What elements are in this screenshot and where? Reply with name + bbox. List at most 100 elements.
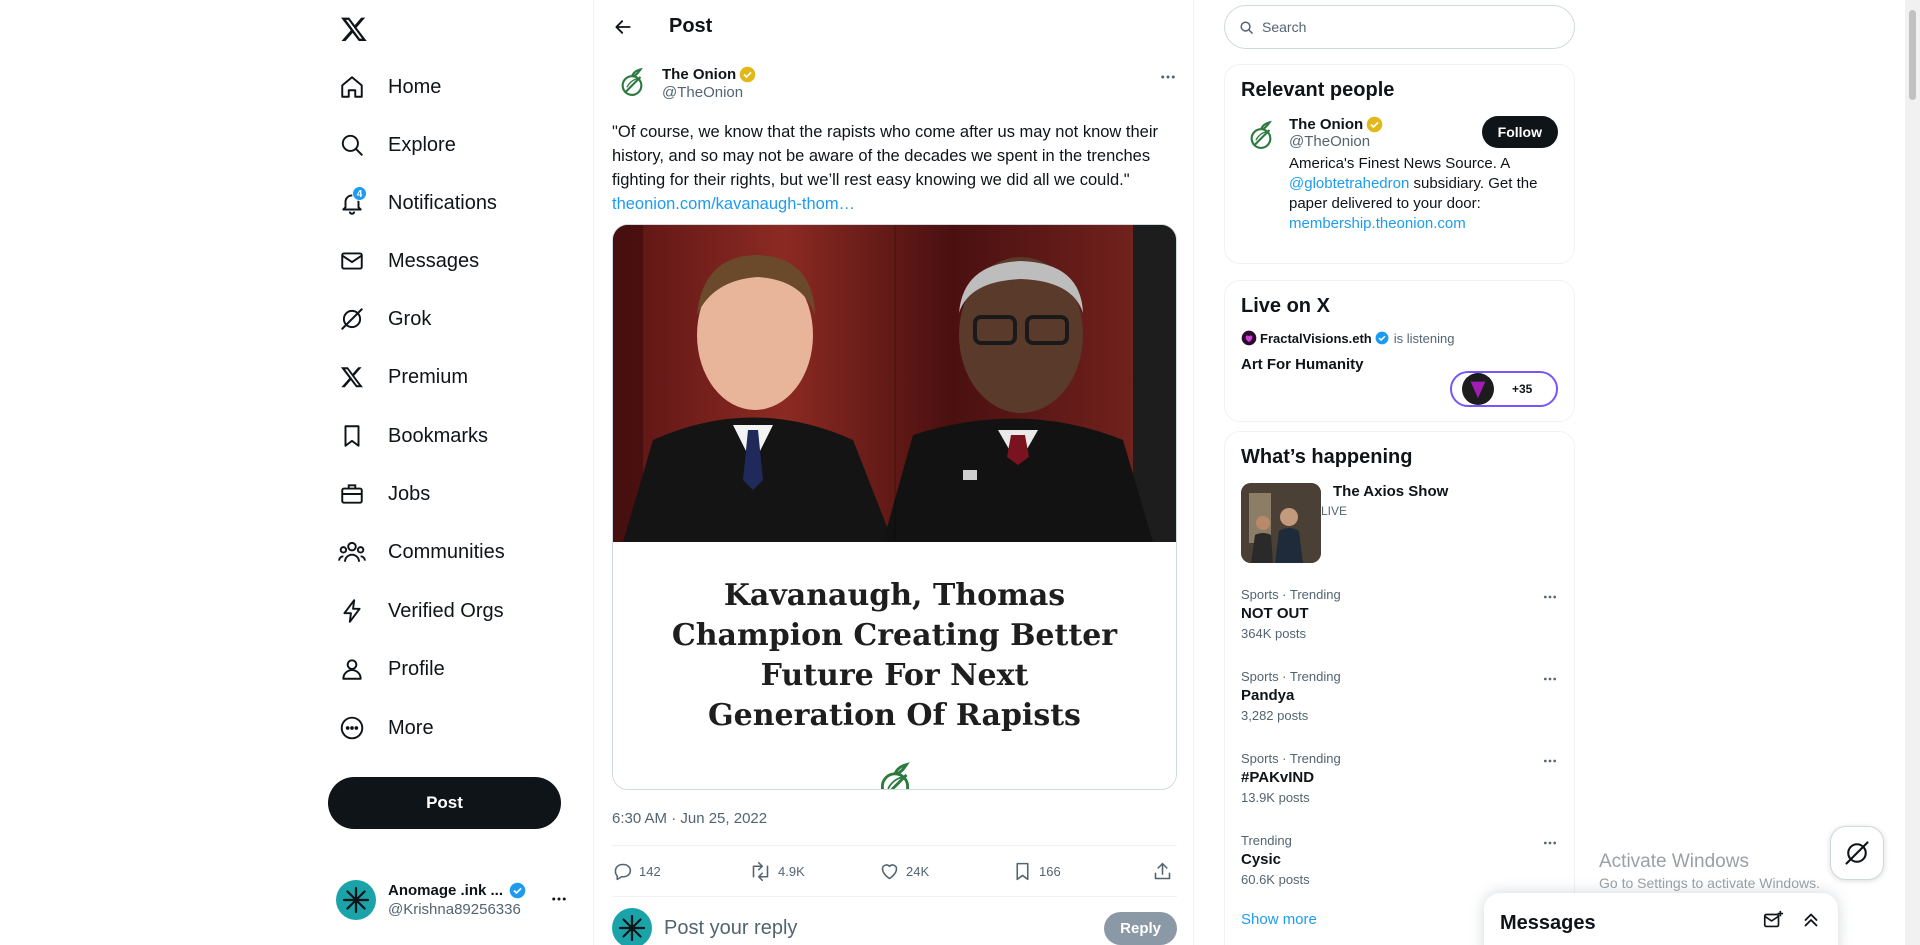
reply-icon: [612, 861, 633, 882]
trend-count: 3,282 posts: [1241, 708, 1309, 723]
activate-subtitle: Go to Settings to activate Windows.: [1599, 875, 1820, 891]
card-text-area: Kavanaugh, Thomas Champion Creating Bett…: [613, 542, 1176, 789]
search-input[interactable]: Search: [1224, 5, 1575, 49]
trend-name: NOT OUT: [1241, 605, 1309, 622]
page-scrollbar[interactable]: [1905, 0, 1920, 945]
search-icon: [1239, 20, 1254, 35]
nav-notifications[interactable]: 4 Notifications: [330, 180, 517, 226]
verified-badge-icon: [509, 882, 526, 899]
post-header: Post: [595, 0, 1193, 53]
featured-news[interactable]: The Axios Show LIVE: [1241, 483, 1558, 563]
tweet: The Onion @TheOnion "Of course, we know …: [612, 62, 1177, 790]
onion-logo-icon: [872, 760, 918, 789]
nav-label-explore: Explore: [388, 133, 456, 156]
back-arrow-icon[interactable]: [605, 9, 641, 45]
live-title: Live on X: [1241, 295, 1330, 317]
nav-premium[interactable]: Premium: [330, 354, 488, 400]
trend-item[interactable]: Sports · Trending #PAKvIND 13.9K posts: [1241, 739, 1558, 821]
live-status: is listening: [1393, 330, 1455, 346]
nav-jobs[interactable]: Jobs: [330, 471, 450, 517]
account-switcher[interactable]: Anomage .ink ... @Krishna89256336: [336, 872, 576, 928]
notification-badge: 4: [352, 186, 367, 201]
x-logo-icon[interactable]: [334, 9, 374, 49]
nav-label-communities: Communities: [388, 540, 505, 563]
right-sidebar: Search Relevant people The Onion @TheOni…: [1224, 0, 1575, 945]
tweet-author-name[interactable]: The Onion: [662, 66, 736, 83]
reply-action[interactable]: 142: [612, 861, 661, 882]
verified-gold-badge-icon: [1366, 116, 1383, 133]
listener-count: +35: [1512, 382, 1533, 396]
scrollbar-thumb[interactable]: [1909, 10, 1916, 100]
grok-icon: [330, 297, 374, 341]
live-listeners-pill[interactable]: +35: [1450, 371, 1558, 407]
more-options-icon[interactable]: [1542, 589, 1558, 605]
messages-drawer[interactable]: Messages: [1484, 893, 1838, 945]
bio-mention-link[interactable]: @globtetrahedron: [1289, 175, 1409, 192]
nav-bookmarks[interactable]: Bookmarks: [330, 413, 508, 459]
tweet-author-handle[interactable]: @TheOnion: [662, 84, 756, 101]
nav-label-grok: Grok: [388, 307, 432, 330]
nav-more[interactable]: More: [330, 705, 454, 751]
heart-icon: [879, 861, 900, 882]
nav-label-more: More: [388, 716, 434, 739]
divider: [612, 845, 1177, 846]
like-action[interactable]: 24K: [879, 861, 929, 882]
bookmark-action[interactable]: 166: [1012, 861, 1061, 882]
live-host: FractalVisions.eth is listening: [1241, 330, 1558, 346]
search-icon: [330, 123, 374, 167]
card-photo: [613, 225, 1176, 542]
more-circle-icon: [330, 706, 374, 750]
news-live-label: LIVE: [1321, 504, 1348, 518]
envelope-icon: [330, 239, 374, 283]
more-options-icon[interactable]: [1542, 835, 1558, 851]
nav-home[interactable]: Home: [330, 64, 461, 110]
chevron-up-icon[interactable]: [1800, 909, 1822, 931]
post-button[interactable]: Post: [328, 777, 561, 829]
reply-button[interactable]: Reply: [1104, 912, 1177, 945]
nav-grok[interactable]: Grok: [330, 296, 451, 342]
person-icon: [330, 647, 374, 691]
nav-communities[interactable]: Communities: [330, 529, 525, 575]
nav-verified-orgs[interactable]: Verified Orgs: [330, 588, 524, 634]
more-options-icon[interactable]: [1542, 671, 1558, 687]
trend-item[interactable]: Sports · Trending Pandya 3,282 posts: [1241, 657, 1558, 739]
repost-count: 4.9K: [778, 863, 805, 879]
bell-icon: 4: [330, 181, 374, 225]
account-handle: @Krishna89256336: [388, 901, 521, 918]
left-navigation: Home Explore 4 Notifications Messages Gr…: [0, 0, 594, 945]
more-options-icon[interactable]: [1542, 753, 1558, 769]
relevant-person-name: The Onion: [1289, 116, 1364, 133]
trend-category: Trending: [1241, 833, 1292, 848]
bookmark-count: 166: [1039, 863, 1061, 879]
nav-profile[interactable]: Profile: [330, 646, 465, 692]
trend-item[interactable]: Trending Cysic 60.6K posts: [1241, 821, 1558, 903]
page-title: Post: [669, 15, 713, 37]
live-panel[interactable]: Live on X FractalVisions.eth is listenin…: [1224, 280, 1575, 422]
trend-category: Sports · Trending: [1241, 587, 1341, 602]
news-title: The Axios Show: [1333, 483, 1449, 500]
verified-gold-badge-icon: [739, 66, 756, 83]
share-icon[interactable]: [1152, 861, 1173, 882]
trend-name: Cysic: [1241, 851, 1282, 868]
bio-url-link[interactable]: membership.theonion.com: [1289, 215, 1466, 232]
trend-count: 364K posts: [1241, 626, 1307, 641]
relevant-person[interactable]: The Onion @TheOnion America's Finest New…: [1241, 116, 1558, 234]
link-card[interactable]: Kavanaugh, Thomas Champion Creating Bett…: [612, 224, 1177, 790]
tweet-link[interactable]: theonion.com/kavanaugh-thom…: [612, 195, 855, 213]
more-options-icon[interactable]: [550, 890, 568, 908]
nav-explore[interactable]: Explore: [330, 122, 476, 168]
nav-label-messages: Messages: [388, 249, 480, 272]
new-message-icon[interactable]: [1762, 909, 1784, 931]
reply-input[interactable]: Post your reply: [664, 917, 797, 940]
tweet-timestamp[interactable]: 6:30 AM · Jun 25, 2022: [612, 810, 767, 827]
repost-action[interactable]: 4.9K: [749, 861, 805, 882]
search-placeholder: Search: [1262, 19, 1307, 35]
nav-messages[interactable]: Messages: [330, 238, 499, 284]
follow-button[interactable]: Follow: [1481, 116, 1558, 148]
lightning-icon: [330, 589, 374, 633]
grok-floating-button[interactable]: [1830, 826, 1884, 880]
avatar: [612, 908, 652, 945]
trend-item[interactable]: Sports · Trending NOT OUT 364K posts: [1241, 575, 1558, 657]
more-options-icon[interactable]: [1159, 68, 1177, 86]
onion-logo-icon[interactable]: [612, 63, 652, 103]
